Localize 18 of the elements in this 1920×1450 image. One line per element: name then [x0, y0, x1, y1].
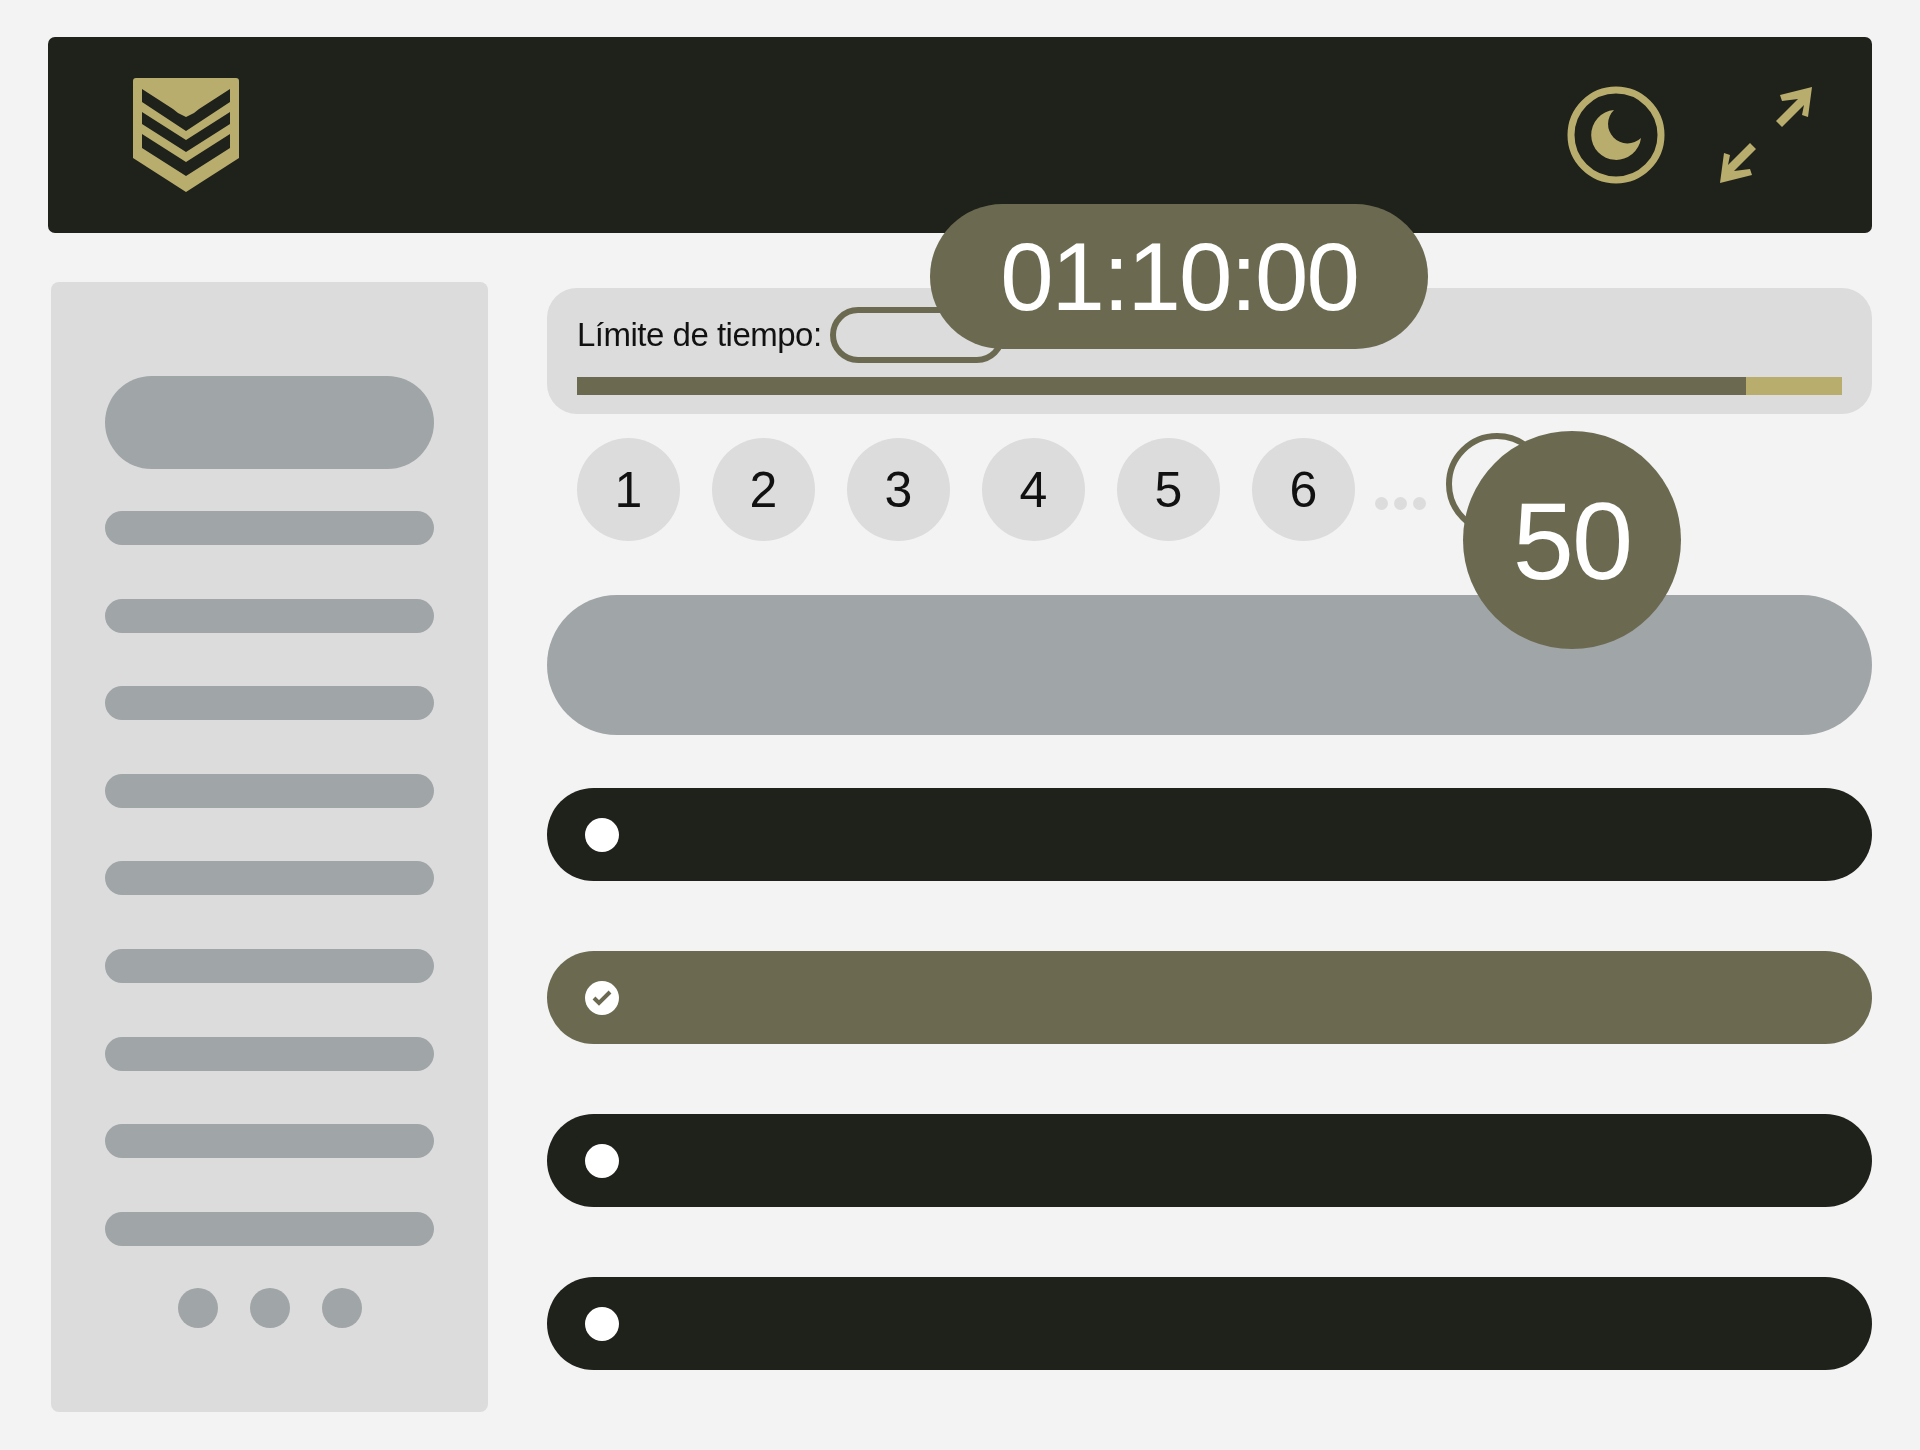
question-number[interactable]: 1	[577, 438, 680, 541]
radio-dot-icon	[585, 1306, 619, 1341]
radio-dot-icon	[585, 817, 619, 852]
question-number[interactable]: 3	[847, 438, 950, 541]
dot-placeholder	[177, 1287, 218, 1328]
check-circle-icon	[585, 980, 619, 1015]
question-number[interactable]: 4	[982, 438, 1085, 541]
question-number[interactable]: 5	[1117, 438, 1220, 541]
dot-placeholder	[321, 1287, 362, 1328]
countdown-timer: 01:10:00	[930, 204, 1428, 349]
question-number[interactable]: 6	[1252, 438, 1355, 541]
dot-placeholder	[249, 1287, 290, 1328]
question-number[interactable]: 2	[712, 438, 815, 541]
moon-icon[interactable]	[1566, 85, 1666, 185]
time-limit-label: Límite de tiempo:	[577, 316, 822, 354]
current-question-number: 50	[1463, 431, 1681, 649]
chevron-badge-icon	[133, 78, 239, 192]
radio-dot-icon	[585, 1143, 619, 1178]
